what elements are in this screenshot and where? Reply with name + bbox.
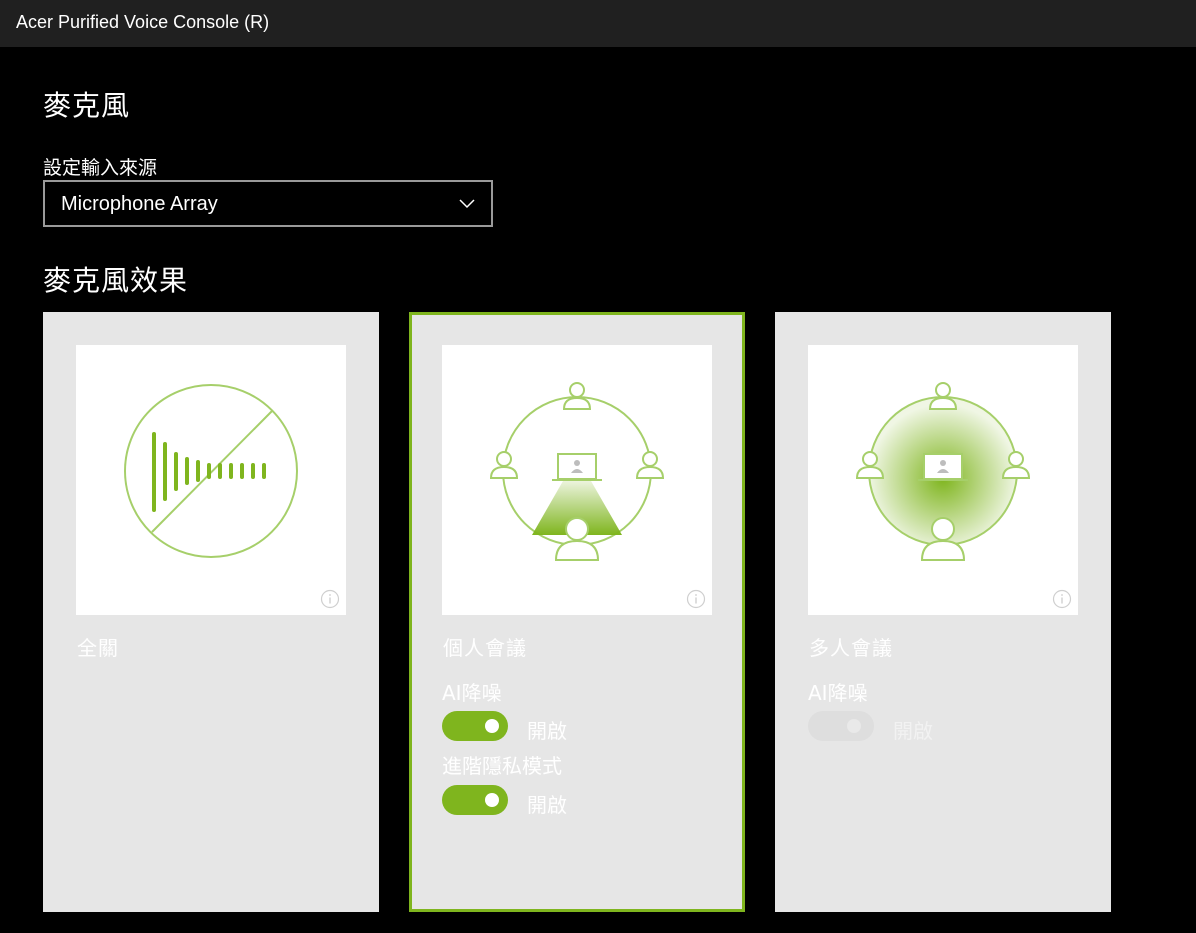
effect-card-multi-meeting[interactable]: 多人會議 AI降噪 開啟 xyxy=(775,312,1111,912)
multi-speaker-omni-icon xyxy=(855,382,1031,561)
ai-noise-reduction-toggle-disabled xyxy=(808,711,874,741)
title-bar: Acer Purified Voice Console (R) xyxy=(0,0,1196,47)
chevron-down-icon xyxy=(459,199,475,209)
input-source-value: Microphone Array xyxy=(61,193,218,215)
info-icon[interactable] xyxy=(686,589,706,609)
advanced-privacy-state: 開啟 xyxy=(527,793,567,817)
ai-noise-reduction-label: AI降噪 xyxy=(442,681,502,705)
effect-card-title: 多人會議 xyxy=(809,636,893,660)
effect-card-title: 全關 xyxy=(77,636,119,660)
advanced-privacy-label: 進階隱私模式 xyxy=(442,754,562,778)
effect-image-off xyxy=(76,345,346,615)
effect-card-off[interactable]: 全關 xyxy=(43,312,379,912)
ai-noise-reduction-state: 開啟 xyxy=(893,719,933,743)
window-title: Acer Purified Voice Console (R) xyxy=(16,12,270,32)
microphone-heading: 麥克風 xyxy=(43,89,131,122)
single-speaker-beam-icon xyxy=(489,382,665,561)
advanced-privacy-toggle[interactable] xyxy=(442,785,508,815)
input-source-label: 設定輸入來源 xyxy=(43,157,158,179)
ai-noise-reduction-toggle[interactable] xyxy=(442,711,508,741)
ai-noise-reduction-state: 開啟 xyxy=(527,719,567,743)
effect-card-title: 個人會議 xyxy=(443,636,527,660)
toggle-knob xyxy=(485,719,499,733)
no-audio-waveform-icon xyxy=(124,384,298,558)
effect-image-personal xyxy=(442,345,712,615)
toggle-knob xyxy=(847,719,861,733)
effect-card-personal-meeting[interactable]: 個人會議 AI降噪 開啟 進階隱私模式 開啟 xyxy=(409,312,745,912)
ai-noise-reduction-label: AI降噪 xyxy=(808,681,868,705)
info-icon[interactable] xyxy=(1052,589,1072,609)
input-source-dropdown[interactable]: Microphone Array xyxy=(43,180,493,227)
toggle-knob xyxy=(485,793,499,807)
info-icon[interactable] xyxy=(320,589,340,609)
microphone-effects-heading: 麥克風效果 xyxy=(43,264,189,297)
effect-image-multi xyxy=(808,345,1078,615)
